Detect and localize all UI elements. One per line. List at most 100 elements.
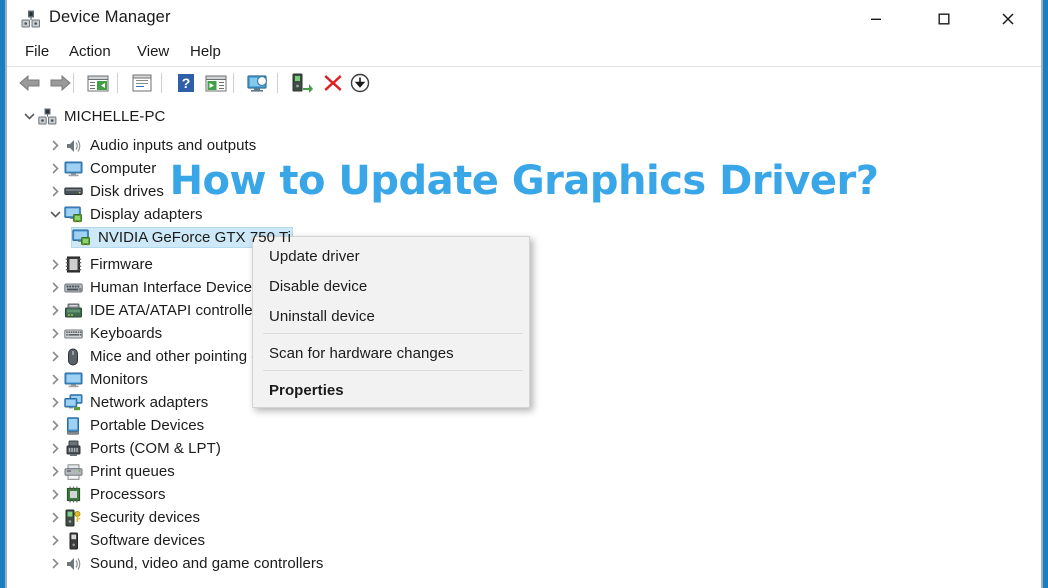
back-arrow-icon bbox=[19, 74, 40, 92]
window-title: Device Manager bbox=[49, 8, 171, 26]
monitor-icon bbox=[63, 371, 83, 389]
menu-separator bbox=[263, 333, 523, 334]
tree-node-print-queues[interactable]: Print queues bbox=[7, 460, 1041, 483]
forward-arrow-button[interactable] bbox=[47, 70, 73, 96]
back-arrow-button[interactable] bbox=[17, 70, 43, 96]
chevron-down-icon[interactable] bbox=[47, 207, 63, 223]
minimize-icon bbox=[871, 18, 881, 20]
tree-node-label: Firmware bbox=[90, 256, 153, 273]
context-menu: Update driver Disable device Uninstall d… bbox=[252, 236, 530, 408]
disk-drive-icon bbox=[63, 183, 83, 201]
menu-help[interactable]: Help bbox=[186, 41, 225, 62]
menu-item-label: Scan for hardware changes bbox=[269, 344, 454, 362]
mouse-icon bbox=[63, 348, 83, 366]
tree-node-label: Ports (COM & LPT) bbox=[90, 440, 221, 457]
tree-node-label: Sound, video and game controllers bbox=[90, 555, 324, 572]
display-adapter-icon bbox=[71, 229, 91, 247]
show-hide-console-tree-button[interactable] bbox=[85, 70, 111, 96]
tree-node-display-adapters[interactable]: Display adapters bbox=[7, 203, 1041, 226]
chevron-right-icon[interactable] bbox=[47, 349, 63, 365]
show-hide-console-tree-icon bbox=[87, 75, 109, 92]
portable-device-icon bbox=[63, 416, 83, 435]
tree-node-disk-drives[interactable]: Disk drives bbox=[7, 180, 1041, 203]
security-device-icon bbox=[63, 509, 83, 527]
tree-node-label: Portable Devices bbox=[90, 417, 205, 434]
scan-hardware-icon bbox=[247, 75, 268, 92]
close-button[interactable] bbox=[985, 0, 1031, 38]
menu-action[interactable]: Action bbox=[65, 41, 115, 62]
chevron-right-icon[interactable] bbox=[47, 372, 63, 388]
tree-node-label: IDE ATA/ATAPI controllers bbox=[90, 302, 266, 319]
scan-hardware-button[interactable] bbox=[245, 70, 271, 96]
disable-device-button[interactable] bbox=[347, 70, 373, 96]
tree-node-label: Monitors bbox=[90, 371, 148, 388]
chevron-right-icon[interactable] bbox=[47, 280, 63, 296]
update-driver-software-icon bbox=[292, 73, 313, 93]
chevron-right-icon[interactable] bbox=[47, 441, 63, 457]
chevron-down-icon[interactable] bbox=[21, 109, 37, 125]
software-device-icon bbox=[63, 532, 83, 550]
toolbar-separator bbox=[73, 73, 74, 93]
menu-item-uninstall-device[interactable]: Uninstall device bbox=[253, 301, 529, 331]
uninstall-device-button[interactable] bbox=[320, 70, 346, 96]
monitor-icon bbox=[63, 160, 83, 178]
tree-node-audio-inputs-and-outputs[interactable]: Audio inputs and outputs bbox=[7, 134, 1041, 157]
chevron-right-icon[interactable] bbox=[47, 138, 63, 154]
chevron-right-icon[interactable] bbox=[47, 257, 63, 273]
keyboard-icon bbox=[63, 325, 83, 343]
menu-separator bbox=[263, 370, 523, 371]
chevron-right-icon[interactable] bbox=[47, 184, 63, 200]
tree-node-computer[interactable]: Computer bbox=[7, 157, 1041, 180]
chevron-right-icon[interactable] bbox=[47, 487, 63, 503]
device-manager-window: Device Manager File Action View Help ? M… bbox=[0, 0, 1048, 588]
tree-node-label: NVIDIA GeForce GTX 750 Ti bbox=[98, 229, 291, 246]
update-driver-button[interactable] bbox=[203, 70, 229, 96]
help-button[interactable]: ? bbox=[173, 70, 199, 96]
chevron-right-icon[interactable] bbox=[47, 326, 63, 342]
chevron-right-icon[interactable] bbox=[47, 533, 63, 549]
chevron-right-icon[interactable] bbox=[47, 418, 63, 434]
toolbar-separator bbox=[277, 73, 278, 93]
properties-window-button[interactable] bbox=[129, 70, 155, 96]
tree-node-portable-devices[interactable]: Portable Devices bbox=[7, 414, 1041, 437]
toolbar-separator bbox=[117, 73, 118, 93]
menu-view[interactable]: View bbox=[133, 41, 173, 62]
uninstall-device-icon bbox=[324, 75, 342, 91]
maximize-button[interactable] bbox=[921, 0, 967, 38]
help-icon: ? bbox=[178, 74, 194, 92]
minimize-button[interactable] bbox=[853, 0, 899, 38]
tree-node-software-devices[interactable]: Software devices bbox=[7, 529, 1041, 552]
chevron-right-icon[interactable] bbox=[47, 395, 63, 411]
chevron-right-icon[interactable] bbox=[47, 464, 63, 480]
tree-node-label: MICHELLE-PC bbox=[64, 108, 166, 125]
tree-node-label: Computer bbox=[90, 160, 157, 177]
menu-item-label: Properties bbox=[269, 381, 344, 399]
tree-node-processors[interactable]: Processors bbox=[7, 483, 1041, 506]
printer-icon bbox=[63, 463, 83, 481]
tree-node-sound-video-and-game-controllers[interactable]: Sound, video and game controllers bbox=[7, 552, 1041, 575]
tree-node-label: Print queues bbox=[90, 463, 175, 480]
menu-item-scan-for-hardware-changes[interactable]: Scan for hardware changes bbox=[253, 338, 529, 368]
title-bar: Device Manager bbox=[7, 0, 1041, 38]
tree-node-security-devices[interactable]: Security devices bbox=[7, 506, 1041, 529]
menu-file[interactable]: File bbox=[21, 41, 53, 62]
tree-node-label: Keyboards bbox=[90, 325, 163, 342]
menu-item-properties[interactable]: Properties bbox=[253, 375, 529, 405]
tree-node-label: Network adapters bbox=[90, 394, 209, 411]
tree-node-ports-com-lpt[interactable]: Ports (COM & LPT) bbox=[7, 437, 1041, 460]
properties-window-icon bbox=[132, 74, 152, 92]
chevron-right-icon[interactable] bbox=[47, 556, 63, 572]
ide-controller-icon bbox=[63, 302, 83, 320]
tree-node-label: Human Interface Devices bbox=[90, 279, 260, 296]
svg-text:?: ? bbox=[182, 75, 191, 91]
port-icon bbox=[63, 440, 83, 458]
chevron-right-icon[interactable] bbox=[47, 510, 63, 526]
menu-item-update-driver[interactable]: Update driver bbox=[253, 241, 529, 271]
chevron-right-icon[interactable] bbox=[47, 303, 63, 319]
update-driver-software-button[interactable] bbox=[289, 70, 315, 96]
speaker-icon bbox=[63, 555, 83, 573]
menu-item-disable-device[interactable]: Disable device bbox=[253, 271, 529, 301]
forward-arrow-icon bbox=[50, 74, 71, 92]
tree-node-root[interactable]: MICHELLE-PC bbox=[7, 105, 1041, 128]
chevron-right-icon[interactable] bbox=[47, 161, 63, 177]
